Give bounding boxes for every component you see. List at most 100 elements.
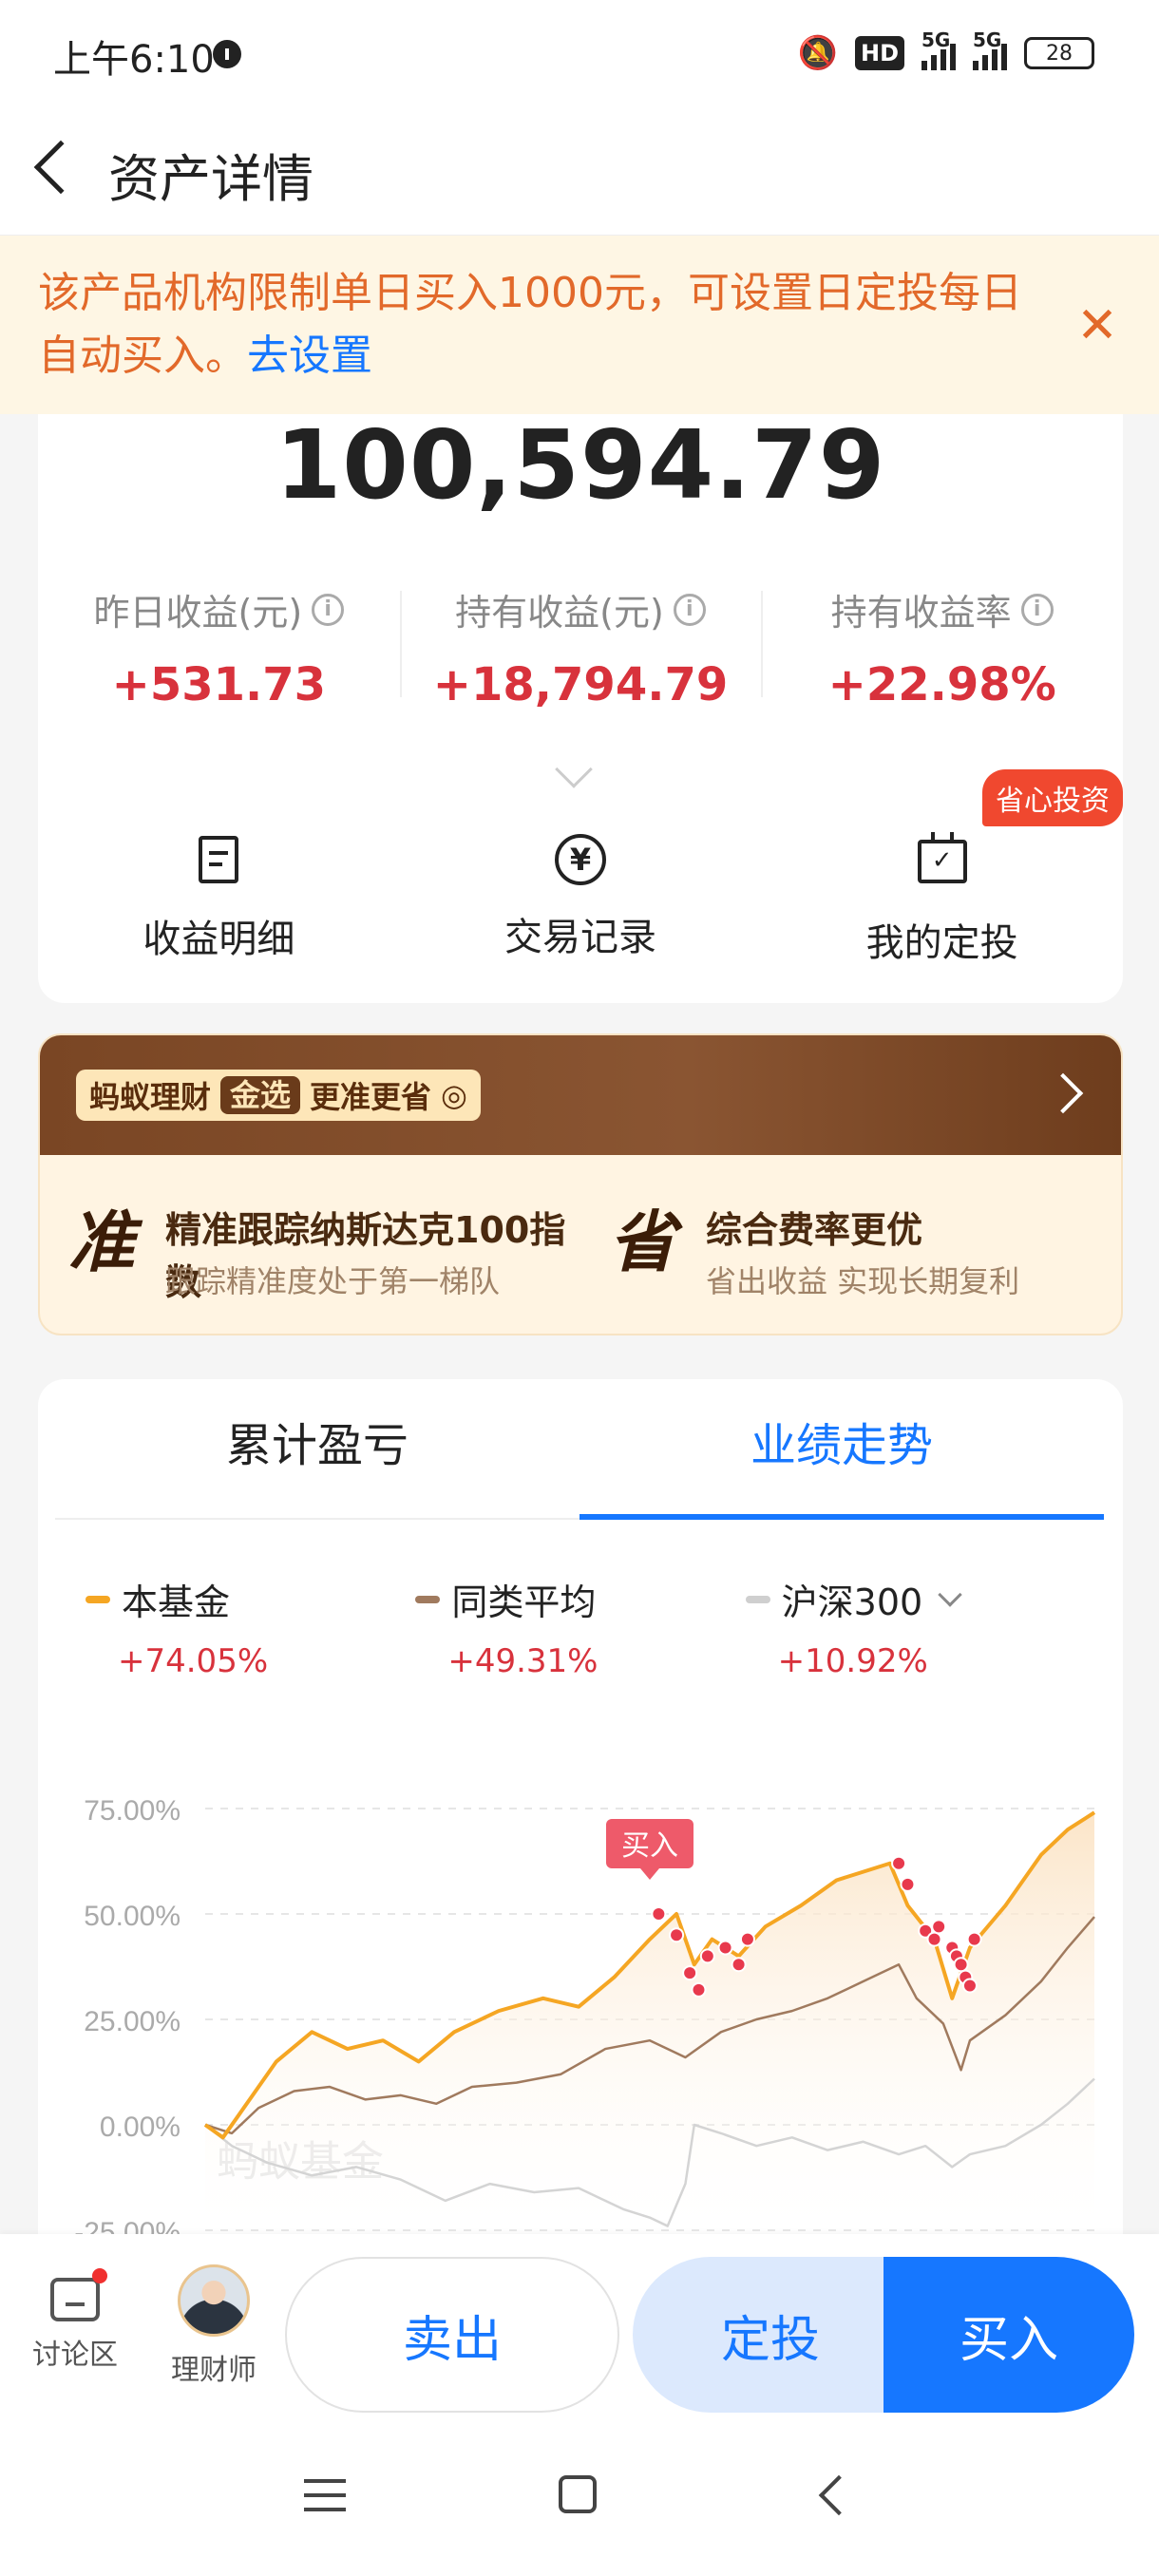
promo-gold-tag: 金选 — [220, 1076, 301, 1114]
close-icon[interactable]: ✕ — [1074, 301, 1121, 350]
legend-swatch — [86, 1595, 110, 1603]
chart-legend: 本基金 +74.05% 同类平均 +49.31% 沪深300 +10.92% — [38, 1573, 1123, 1687]
buy-marker — [682, 1965, 698, 1981]
go-settings-link[interactable]: 去设置 — [247, 331, 372, 380]
signal-1-icon: 5G — [922, 28, 956, 70]
legend-swatch — [415, 1595, 441, 1603]
stat-label-text: 持有收益率 — [830, 592, 1012, 634]
buy-marker — [669, 1927, 685, 1943]
legend-category-avg[interactable]: 同类平均 +49.31% — [415, 1573, 745, 1687]
feature-accurate: 准 精准跟踪纳斯达克100指数 跟踪精准度处于第一梯队 — [40, 1155, 580, 1334]
save-icon: 省 — [609, 1204, 685, 1280]
stat-label: 昨日收益(元) i — [94, 583, 345, 635]
top-nav: 资产详情 — [0, 106, 1159, 236]
buy-marker — [926, 1931, 942, 1947]
tab-bar: 累计盈亏 业绩走势 — [55, 1379, 1104, 1520]
earnings-stats: 昨日收益(元) i +531.73 持有收益(元) i +18,794.79 持有收… — [38, 583, 1123, 716]
status-bar: 上午6:10 🔕 HD 5G 5G 28 — [0, 0, 1159, 106]
chevron-down-icon[interactable] — [938, 1582, 962, 1607]
info-icon[interactable]: i — [673, 593, 706, 626]
action-label: 我的定投 — [865, 921, 1018, 965]
buy-marker — [961, 1978, 978, 1994]
legend-value: +74.05% — [118, 1642, 269, 1680]
promo-pill: 蚂蚁理财 金选 更准更省 ◎ — [76, 1070, 481, 1121]
legend-name: 同类平均 — [415, 1573, 745, 1625]
notification-dot-icon — [213, 40, 241, 68]
buy-marker — [966, 1931, 982, 1947]
badge: 省心投资 — [982, 769, 1124, 826]
info-icon[interactable]: i — [1020, 593, 1054, 626]
promo-features: 准 精准跟踪纳斯达克100指数 跟踪精准度处于第一梯队 省 综合费率更优 省出收… — [40, 1155, 1121, 1334]
chevron-right-icon[interactable] — [1042, 1072, 1084, 1114]
tab-cumulative-pnl[interactable]: 累计盈亏 — [55, 1379, 580, 1518]
legend-fund[interactable]: 本基金 +74.05% — [86, 1573, 415, 1687]
advisor-label: 理财师 — [171, 2354, 256, 2387]
buy-marker — [900, 1876, 916, 1892]
chat-icon — [50, 2268, 107, 2321]
buy-marker — [699, 1948, 715, 1964]
action-label: 交易记录 — [504, 916, 656, 959]
network-type-label: 5G — [922, 28, 951, 51]
feature-subtitle: 跟踪精准度处于第一梯队 — [165, 1263, 501, 1299]
advisor-avatar — [178, 2264, 250, 2337]
feature-save: 省 综合费率更优 省出收益 实现长期复利 — [580, 1155, 1121, 1334]
notice-message: 该产品机构限制单日买入1000元，可设置日定投每日自动买入。 — [38, 269, 1022, 380]
stat-value: +531.73 — [111, 658, 327, 711]
promo-brand: 蚂蚁理财 — [89, 1079, 212, 1115]
page-title: 资产详情 — [108, 149, 314, 209]
network-type-label: 5G — [973, 28, 1002, 51]
feature-title: 综合费率更优 — [706, 1209, 923, 1251]
buy-marker — [891, 1855, 907, 1871]
system-nav-bar — [0, 2424, 1159, 2576]
advisor-button[interactable]: 理财师 — [162, 2264, 266, 2388]
document-icon — [191, 836, 246, 891]
purchase-limit-notice: 该产品机构限制单日买入1000元，可设置日定投每日自动买入。去设置 ✕ — [0, 236, 1159, 414]
promo-banner[interactable]: 蚂蚁理财 金选 更准更省 ◎ 准 精准跟踪纳斯达克100指数 跟踪精准度处于第一… — [38, 1033, 1123, 1335]
performance-chart[interactable]: 75.00%50.00%25.00%0.00%-25.00%2023-04-11… — [38, 1714, 1123, 2245]
tab-performance[interactable]: 业绩走势 — [580, 1379, 1104, 1520]
menu-icon[interactable] — [304, 2479, 346, 2511]
income-detail-button[interactable]: 收益明细 — [38, 832, 400, 975]
auto-invest-button[interactable]: 定投 — [633, 2257, 908, 2413]
target-icon: ◎ — [441, 1077, 467, 1113]
trade-records-button[interactable]: ¥ 交易记录 — [400, 832, 762, 975]
expand-chevron-icon[interactable] — [555, 750, 593, 788]
legend-name: 本基金 — [86, 1573, 415, 1625]
action-label: 收益明细 — [142, 918, 295, 961]
my-plan-button[interactable]: 省心投资 ✓ 我的定投 — [761, 769, 1124, 975]
sell-button[interactable]: 卖出 — [285, 2257, 619, 2413]
signal-2-icon: 5G — [973, 28, 1007, 70]
buy-button[interactable]: 买入 — [884, 2257, 1134, 2413]
legend-name: 沪深300 — [745, 1573, 1075, 1625]
performance-card: 累计盈亏 业绩走势 本基金 +74.05% 同类平均 +49.31% 沪深300… — [38, 1379, 1123, 2245]
promo-slogan: 更准更省 — [310, 1079, 432, 1115]
notice-text: 该产品机构限制单日买入1000元，可设置日定投每日自动买入。去设置 — [38, 262, 1026, 388]
feature-subtitle: 省出收益 实现长期复利 — [706, 1263, 1020, 1299]
stat-label: 持有收益(元) i — [455, 583, 706, 635]
home-icon[interactable] — [559, 2475, 597, 2513]
buy-marker — [691, 1981, 707, 1998]
stat-holding-rate: 持有收益率 i +22.98% — [761, 583, 1123, 716]
back-icon[interactable] — [33, 140, 88, 195]
legend-csi300[interactable]: 沪深300 +10.92% — [745, 1573, 1075, 1687]
info-icon[interactable]: i — [312, 593, 345, 626]
y-tick-label: 25.00% — [84, 2006, 180, 2037]
battery-level: 28 — [1046, 41, 1073, 66]
calendar-icon: ✓ — [915, 832, 970, 895]
unread-dot — [92, 2268, 107, 2283]
buy-marker — [953, 1957, 969, 1973]
legend-label: 同类平均 — [451, 1582, 597, 1623]
legend-swatch — [745, 1595, 770, 1603]
system-back-icon[interactable] — [818, 2474, 860, 2516]
stat-label-text: 昨日收益(元) — [93, 592, 303, 634]
stat-label: 持有收益率 i — [831, 583, 1054, 635]
buy-label-pointer — [640, 1868, 659, 1880]
bottom-action-bar: 讨论区 理财师 卖出 定投 买入 — [0, 2234, 1159, 2424]
y-tick-label: 0.00% — [100, 2112, 180, 2143]
buy-label-text: 买入 — [621, 1829, 678, 1863]
stat-value: +18,794.79 — [432, 658, 729, 711]
stat-holding: 持有收益(元) i +18,794.79 — [399, 583, 762, 716]
buy-marker — [651, 1906, 667, 1922]
y-tick-label: 50.00% — [84, 1901, 180, 1932]
discuss-button[interactable]: 讨论区 — [23, 2268, 127, 2373]
